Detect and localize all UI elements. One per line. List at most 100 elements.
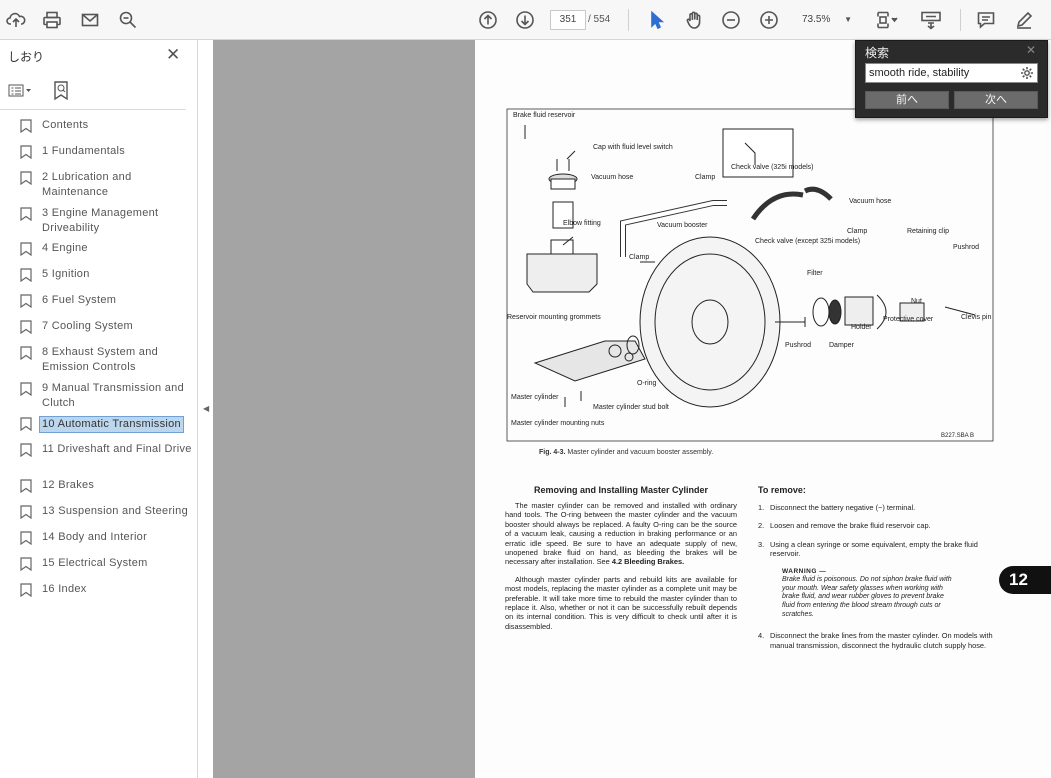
bookmark-label: 8 Exhaust System and Emission Controls [42, 346, 159, 373]
bookmark-label: 15 Electrical System [42, 557, 148, 569]
caption-label: Fig. 4-3. [539, 449, 566, 456]
figure-label: Brake fluid reservoir [513, 112, 576, 119]
bookmark-label: 10 Automatic Transmission [39, 416, 184, 433]
bookmark-icon [20, 119, 32, 134]
figure-label: O-ring [637, 380, 657, 387]
bookmark-icon [20, 382, 32, 397]
step-text: Using a clean syringe or some equivalent… [770, 539, 978, 559]
body-paragraph: Although master cylinder parts and rebui… [505, 574, 737, 631]
email-icon[interactable] [78, 8, 102, 32]
figure-label: Nut [911, 298, 922, 305]
bookmark-label: 4 Engine [42, 242, 88, 254]
bookmark-item[interactable]: 2 Lubrication and Maintenance [20, 170, 192, 200]
select-cursor-icon[interactable] [644, 8, 668, 32]
close-icon[interactable]: ✕ [166, 45, 180, 65]
section-tab: 12 [999, 566, 1051, 594]
toolbar-divider [960, 9, 961, 31]
find-panel-title: 検索 [865, 46, 890, 60]
page-fit-icon[interactable] [872, 8, 902, 32]
bookmark-item-selected[interactable]: 10 Automatic Transmission [20, 416, 192, 433]
zoom-level-value: 73.5% [802, 14, 831, 25]
procedure-heading: To remove: [758, 485, 806, 495]
bookmark-item[interactable]: 14 Body and Interior [20, 530, 192, 546]
document-viewer[interactable]: Brake fluid reservoir Cap with fluid lev… [213, 40, 1051, 778]
chevron-down-icon: ▼ [844, 15, 852, 24]
bookmark-search-icon[interactable] [52, 80, 70, 102]
zoom-search-icon[interactable] [116, 8, 140, 32]
step-text: Loosen and remove the brake fluid reserv… [770, 521, 931, 531]
bookmark-item[interactable]: 11 Driveshaft and Final Drive [20, 442, 192, 458]
previous-page-icon[interactable] [476, 8, 500, 32]
bookmark-item[interactable]: 6 Fuel System [20, 293, 192, 309]
close-icon[interactable]: ✕ [1026, 43, 1036, 57]
bookmark-label: 12 Brakes [42, 479, 95, 491]
pdf-viewer-app: 351 / 554 73.5% ▼ しおり ✕ Contents 1 Funda… [0, 0, 1051, 778]
step-number: 4. [758, 631, 765, 641]
bookmark-label: 6 Fuel System [42, 294, 117, 306]
bookmark-label: 9 Manual Transmission and Clutch [42, 382, 185, 409]
bookmark-item[interactable]: 13 Suspension and Steering [20, 504, 192, 520]
bookmark-icon [20, 417, 32, 432]
figure-label: Reservoir mounting grommets [507, 314, 601, 321]
figure-label: Pushrod [785, 342, 811, 349]
bookmark-icon [20, 479, 32, 494]
body-paragraph: The master cylinder can be removed and i… [505, 501, 737, 567]
toolbar-divider [628, 9, 629, 31]
reading-mode-icon[interactable] [918, 8, 944, 32]
bookmark-label: Contents [42, 119, 89, 131]
bookmark-item[interactable]: 15 Electrical System [20, 556, 192, 572]
toolbar: 351 / 554 73.5% ▼ [0, 0, 1051, 40]
comment-icon[interactable] [974, 8, 998, 32]
bookmark-label: 7 Cooling System [42, 320, 134, 332]
figure-label: Retaining clip [907, 228, 949, 235]
find-previous-button[interactable]: 前へ [865, 91, 949, 109]
figure-label: Damper [829, 342, 855, 349]
next-page-icon[interactable] [513, 8, 537, 32]
bookmark-icon [20, 268, 32, 283]
bookmark-item[interactable]: 3 Engine Management Driveability [20, 206, 192, 236]
bookmark-item[interactable]: 7 Cooling System [20, 319, 192, 335]
bookmark-label: 3 Engine Management Driveability [42, 207, 159, 234]
bookmark-item[interactable]: 5 Ignition [20, 267, 192, 283]
zoom-out-icon[interactable] [719, 8, 743, 32]
figure-label: Cap with fluid level switch [593, 144, 673, 151]
zoom-in-icon[interactable] [757, 8, 781, 32]
collapse-panel-arrow-icon[interactable]: ◀ [203, 404, 209, 413]
zoom-level-select[interactable]: 73.5% ▼ [794, 10, 856, 30]
section-heading: Removing and Installing Master Cylinder [533, 485, 709, 495]
bookmark-icon [20, 145, 32, 160]
figure-label: Master cylinder stud bolt [593, 404, 669, 411]
bookmark-label: 11 Driveshaft and Final Drive [42, 443, 192, 455]
step-number: 2. [758, 521, 765, 531]
print-icon[interactable] [40, 8, 64, 32]
bookmark-item[interactable]: 12 Brakes [20, 478, 192, 494]
find-input[interactable]: smooth ride, stability [865, 63, 1038, 83]
figure-label: Vacuum booster [657, 222, 708, 229]
bookmark-options-icon[interactable] [8, 84, 32, 101]
left-column: Removing and Installing Master Cylinder … [505, 485, 737, 639]
bookmark-item[interactable]: 9 Manual Transmission and Clutch [20, 381, 192, 411]
step-text: Disconnect the brake lines from the mast… [770, 631, 993, 650]
bookmark-item[interactable]: 4 Engine [20, 241, 192, 257]
bookmark-label: 16 Index [42, 583, 87, 595]
figure-label: Check valve (325i models) [731, 164, 813, 171]
bookmark-item[interactable]: Contents [20, 118, 192, 134]
upload-icon[interactable] [4, 8, 28, 32]
bookmark-icon [20, 171, 32, 186]
bookmark-item[interactable]: 16 Index [20, 582, 192, 598]
procedure-step: 2. Loosen and remove the brake fluid res… [758, 521, 996, 530]
figure-label: Clamp [629, 254, 649, 261]
hand-tool-icon[interactable] [682, 8, 706, 32]
figure-caption: Fig. 4-3. Master cylinder and vacuum boo… [539, 449, 713, 456]
page-number-input[interactable]: 351 [550, 10, 586, 30]
bookmark-label: 5 Ignition [42, 268, 90, 280]
pen-icon[interactable] [1012, 8, 1036, 32]
figure-label: Master cylinder mounting nuts [511, 420, 605, 427]
bookmark-item[interactable]: 1 Fundamentals [20, 144, 192, 160]
find-next-button[interactable]: 次へ [954, 91, 1038, 109]
gear-icon[interactable] [1020, 66, 1034, 80]
bookmark-label: 14 Body and Interior [42, 531, 148, 543]
bookmark-item[interactable]: 8 Exhaust System and Emission Controls [20, 345, 192, 375]
master-cylinder-diagram: Brake fluid reservoir Cap with fluid lev… [506, 108, 994, 442]
step-text: Disconnect the battery negative (−) term… [770, 503, 916, 512]
